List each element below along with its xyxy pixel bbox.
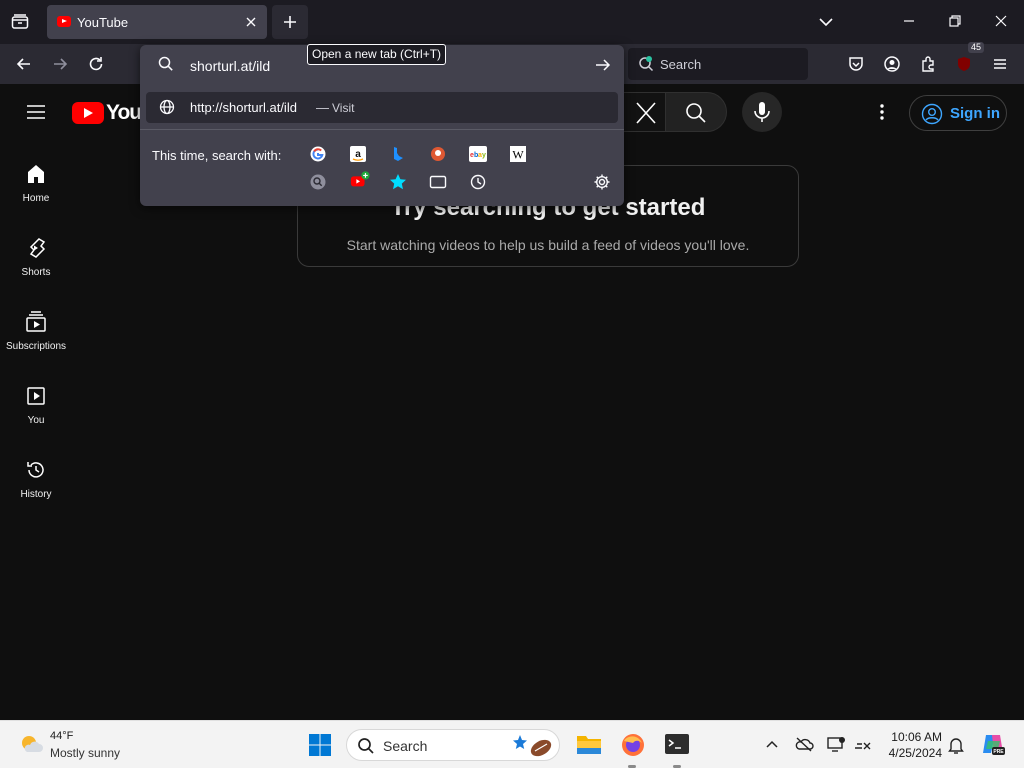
more-options-icon[interactable] [868, 98, 896, 126]
youtube-logo-icon[interactable] [72, 102, 104, 124]
chevron-up-icon[interactable] [764, 736, 780, 752]
shorts-icon [29, 238, 46, 258]
file-explorer-icon[interactable] [576, 732, 602, 756]
sidebar-item-history[interactable]: History [0, 458, 72, 532]
search-with-label: This time, search with: [152, 148, 282, 163]
tabs-icon[interactable] [428, 172, 448, 192]
sidebar-item-home[interactable]: Home [0, 162, 72, 236]
close-window-icon[interactable] [992, 12, 1010, 30]
network-icon[interactable] [852, 735, 872, 753]
clear-search-button[interactable] [622, 92, 666, 132]
suggestion-action: Visit [332, 101, 355, 115]
you-icon [27, 387, 45, 405]
home-icon [28, 165, 44, 183]
minimize-icon[interactable] [900, 12, 918, 30]
subscriptions-icon [26, 311, 46, 332]
copilot-icon[interactable]: PRE [980, 731, 1006, 757]
forward-icon[interactable] [46, 50, 74, 78]
empty-feed-subtext: Start watching videos to help us build a… [346, 237, 750, 253]
settings-icon[interactable] [592, 172, 612, 192]
extensions-icon[interactable] [914, 50, 942, 78]
youtube-addon-icon[interactable] [350, 170, 370, 190]
sidebar-item-you[interactable]: You [0, 384, 72, 458]
url-suggestion-row[interactable]: http://shorturl.at/ild — Visit [146, 92, 618, 123]
ebay-icon[interactable]: ebay [468, 144, 488, 164]
notification-bell-icon[interactable] [947, 735, 965, 755]
tab-list-icon[interactable] [10, 12, 30, 32]
bing-icon[interactable] [388, 144, 408, 164]
new-tab-button[interactable] [272, 5, 308, 39]
search-bar[interactable]: Search [628, 48, 808, 80]
new-tab-tooltip: Open a new tab (Ctrl+T) [307, 44, 447, 65]
url-input-value: shorturl.at/ild [190, 58, 271, 74]
suggestion-separator: — [316, 100, 329, 115]
svg-text:a: a [355, 149, 361, 160]
search-icon [158, 56, 174, 72]
history-search-icon[interactable] [308, 172, 328, 192]
system-clock[interactable]: 10:06 AM 4/25/2024 [884, 729, 942, 761]
taskbar-search-label: Search [383, 738, 428, 754]
restore-icon[interactable] [946, 12, 964, 30]
search-engine-icon [638, 56, 654, 72]
go-arrow-icon[interactable] [594, 56, 612, 74]
pocket-icon[interactable] [842, 50, 870, 78]
chevron-down-icon[interactable] [816, 13, 836, 31]
sign-in-label: Sign in [950, 105, 1000, 122]
wikipedia-icon[interactable]: W [508, 144, 528, 164]
duckduckgo-icon[interactable] [428, 144, 448, 164]
terminal-icon[interactable] [664, 733, 690, 755]
weather-sun-icon [18, 732, 44, 758]
voice-search-button[interactable] [742, 92, 782, 132]
clock-time: 10:06 AM [891, 730, 942, 744]
sidebar-label: You [27, 415, 45, 426]
clock-date: 4/25/2024 [888, 746, 942, 760]
yt-search-button[interactable] [665, 92, 727, 132]
dropdown-divider [140, 129, 624, 130]
menu-icon[interactable] [986, 50, 1014, 78]
sidebar-label: Subscriptions [5, 341, 67, 352]
onedrive-icon[interactable] [794, 735, 814, 753]
ublock-addon-icon[interactable]: 45 [950, 42, 984, 78]
svg-text:PRE: PRE [993, 749, 1004, 755]
sidebar-label: Shorts [21, 267, 51, 278]
history-icon[interactable] [468, 172, 488, 192]
addon-badge: 45 [967, 42, 984, 53]
svg-text:W: W [512, 148, 524, 162]
taskbar-search[interactable]: Search [346, 729, 560, 761]
account-icon[interactable] [878, 50, 906, 78]
guide-menu-icon[interactable] [24, 100, 48, 124]
taskbar-search-icon [357, 737, 375, 755]
search-bar-placeholder: Search [660, 57, 702, 72]
svg-text:y: y [482, 152, 486, 159]
back-icon[interactable] [10, 50, 38, 78]
tab-title: YouTube [77, 15, 129, 30]
tab-youtube[interactable]: YouTube [47, 5, 267, 39]
search-highlight-icon [511, 732, 555, 760]
windows-start-icon[interactable] [308, 733, 332, 757]
display-icon[interactable] [826, 735, 846, 753]
sidebar-item-shorts[interactable]: Shorts [0, 236, 72, 310]
sidebar-label: History [20, 489, 52, 500]
sign-in-button[interactable]: Sign in [909, 95, 1007, 131]
firefox-icon[interactable] [620, 732, 646, 758]
amazon-icon[interactable]: a [348, 144, 368, 164]
suggestion-url: http://shorturl.at/ild [190, 100, 297, 115]
sidebar-label: Home [22, 193, 50, 204]
weather-condition: Mostly sunny [50, 746, 121, 760]
windows-taskbar: 44°F Mostly sunny Search 10:06 AM 4/25/2… [0, 720, 1024, 768]
tab-strip: YouTube [0, 0, 1024, 44]
reload-icon[interactable] [82, 50, 110, 78]
weather-temp: 44°F [50, 730, 74, 742]
close-tab-icon[interactable] [243, 14, 259, 30]
globe-icon [159, 99, 175, 115]
google-icon[interactable] [308, 144, 328, 164]
bookmarks-icon[interactable] [388, 172, 408, 192]
history-icon [27, 462, 44, 478]
url-bar-dropdown: shorturl.at/ild http://shorturl.at/ild —… [140, 45, 624, 206]
sidebar-item-subscriptions[interactable]: Subscriptions [0, 310, 72, 384]
user-circle-icon [921, 103, 943, 125]
youtube-favicon-icon [57, 16, 71, 27]
